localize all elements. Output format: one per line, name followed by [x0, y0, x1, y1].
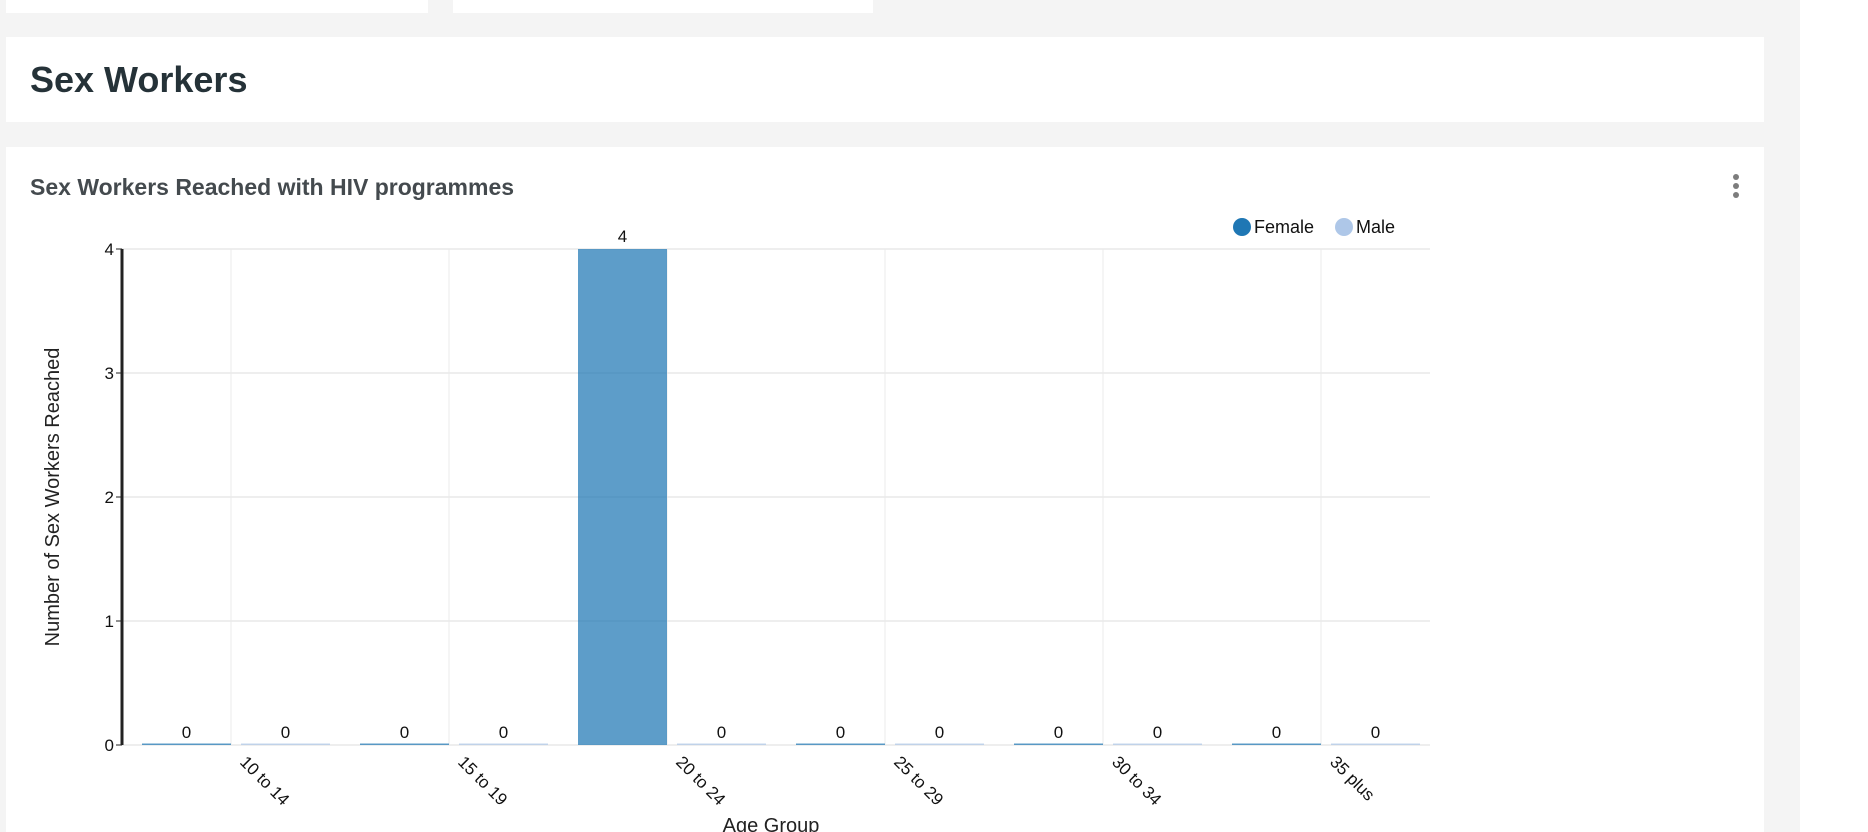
top-card-right [453, 0, 873, 13]
bar-female-35-plus [1232, 743, 1321, 745]
data-label: 0 [182, 723, 191, 742]
legend-label-male: Male [1356, 217, 1395, 237]
x-tick-label: 15 to 19 [454, 752, 511, 809]
y-axis-title: Number of Sex Workers Reached [42, 348, 64, 647]
data-label: 0 [935, 723, 944, 742]
bar-male-20-to-24 [677, 743, 766, 745]
x-tick-label: 25 to 29 [890, 752, 947, 809]
data-label: 0 [281, 723, 290, 742]
y-tick-label: 4 [105, 240, 114, 259]
legend-label-female: Female [1254, 217, 1314, 237]
chart-card: Sex Workers Reached with HIV programmes … [6, 147, 1764, 832]
legend-swatch-male [1335, 218, 1353, 236]
bar-female-20-to-24 [578, 249, 667, 745]
y-tick-label: 0 [105, 736, 114, 755]
data-label: 0 [1371, 723, 1380, 742]
data-label: 0 [499, 723, 508, 742]
data-label: 0 [1153, 723, 1162, 742]
data-label: 0 [717, 723, 726, 742]
top-card-left [6, 0, 428, 13]
x-axis-title: Age Group [723, 815, 820, 832]
x-tick-label: 10 to 14 [236, 752, 293, 809]
bar-female-25-to-29 [796, 743, 885, 745]
bar-male-10-to-14 [241, 743, 330, 745]
section-header-card: Sex Workers [6, 37, 1764, 122]
x-tick-label: 30 to 34 [1108, 752, 1165, 809]
y-tick-label: 1 [105, 612, 114, 631]
bar-chart: 0 1 2 3 4 0 0 4 0 0 0 0 0 0 0 0 0 10 to 14 15 to 19 20 to 2… [42, 217, 1430, 832]
y-tick-label: 3 [105, 364, 114, 383]
bar-female-30-to-34 [1014, 743, 1103, 745]
bar-female-15-to-19 [360, 743, 449, 745]
x-tick-label: 35 plus [1326, 752, 1378, 804]
legend-swatch-female [1233, 218, 1251, 236]
data-label: 0 [1054, 723, 1063, 742]
bar-female-10-to-14 [142, 743, 231, 745]
dashboard-page: Sex Workers Sex Workers Reached with HIV… [0, 0, 1868, 832]
data-label: 0 [400, 723, 409, 742]
x-tick-label: 20 to 24 [672, 752, 729, 809]
data-label: 0 [836, 723, 845, 742]
data-label: 4 [618, 227, 627, 246]
bar-male-25-to-29 [895, 743, 984, 745]
right-gutter [1800, 0, 1868, 832]
bar-male-30-to-34 [1113, 743, 1202, 745]
data-label: 0 [1272, 723, 1281, 742]
bar-male-15-to-19 [459, 743, 548, 745]
y-tick-label: 2 [105, 488, 114, 507]
section-title: Sex Workers [30, 59, 248, 100]
bar-male-35-plus [1331, 743, 1420, 745]
